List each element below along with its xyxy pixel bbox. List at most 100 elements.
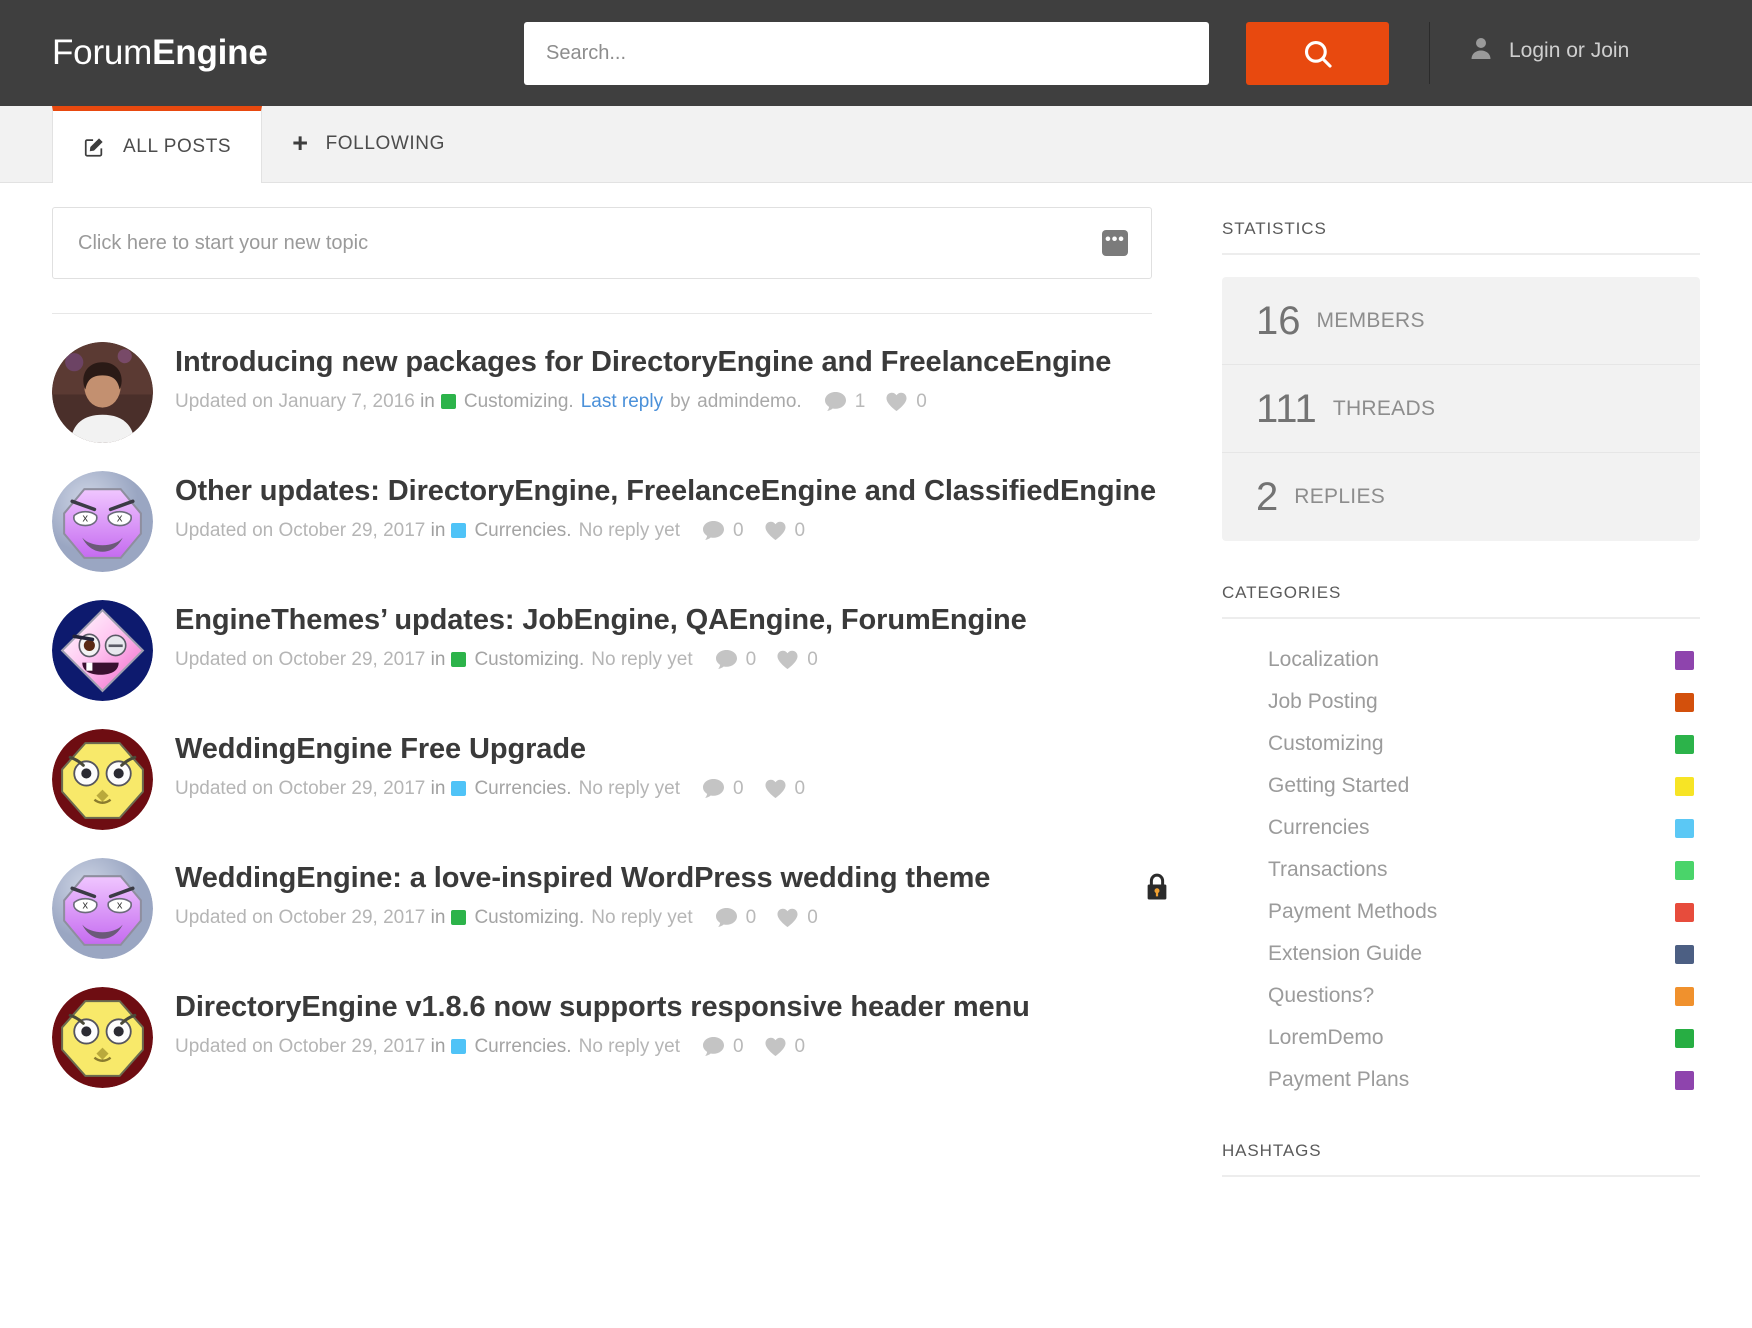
statistics-title: STATISTICS xyxy=(1222,219,1700,255)
category-item[interactable]: Job Posting xyxy=(1222,681,1700,723)
category-item[interactable]: Questions? xyxy=(1222,975,1700,1017)
comment-count: 0 xyxy=(732,1035,744,1057)
category-item[interactable]: Customizing xyxy=(1222,723,1700,765)
tab-following[interactable]: + FOLLOWING xyxy=(262,106,475,182)
post-title-link[interactable]: EngineThemes’ updates: JobEngine, QAEngi… xyxy=(175,604,1192,638)
post-title-link[interactable]: WeddingEngine Free Upgrade xyxy=(175,733,1192,767)
category-item[interactable]: Transactions xyxy=(1222,849,1700,891)
post-in-word: in xyxy=(425,906,446,928)
like-count: 0 xyxy=(807,648,818,670)
post-title-link[interactable]: Introducing new packages for DirectoryEn… xyxy=(175,346,1192,380)
statistic-number: 2 xyxy=(1256,475,1279,519)
post-row[interactable]: x x Other updates: DirectoryEngine, Freela… xyxy=(52,443,1192,572)
comment-count: 0 xyxy=(745,906,757,928)
main-tabbar: ALL POSTS + FOLLOWING xyxy=(0,106,1752,183)
post-author[interactable]: admindemo. xyxy=(697,391,802,413)
post-row[interactable]: x x WeddingEngine: a love-inspired WordPre… xyxy=(52,830,1192,959)
category-item[interactable]: Payment Plans xyxy=(1222,1059,1700,1101)
post-counts: 00 xyxy=(715,649,838,671)
post-updated-prefix: Updated on October 29, 2017 xyxy=(175,648,426,670)
post-category-link[interactable]: Customizing. xyxy=(464,391,574,413)
login-or-join-button[interactable]: Login or Join xyxy=(1470,36,1629,65)
category-label: Payment Methods xyxy=(1268,900,1438,923)
post-no-reply: No reply yet xyxy=(591,906,693,928)
heart-icon xyxy=(885,391,908,412)
post-row[interactable]: Introducing new packages for DirectoryEn… xyxy=(52,314,1192,443)
category-label: Questions? xyxy=(1268,984,1375,1007)
like-count: 0 xyxy=(807,906,818,928)
post-counts: 00 xyxy=(702,1036,825,1058)
site-header: ForumEngine Login or Join xyxy=(0,0,1752,106)
post-title-link[interactable]: DirectoryEngine v1.8.6 now supports resp… xyxy=(175,991,1192,1025)
new-topic-box[interactable]: Click here to start your new topic ••• xyxy=(52,207,1152,279)
comment-icon xyxy=(715,907,738,928)
avatar[interactable] xyxy=(52,342,153,443)
category-item[interactable]: Extension Guide xyxy=(1222,933,1700,975)
category-color-swatch xyxy=(1675,860,1694,880)
post-category-link[interactable]: Customizing. xyxy=(474,907,584,929)
tab-all-posts-label: ALL POSTS xyxy=(123,136,232,157)
post-category-swatch xyxy=(451,910,467,926)
post-row[interactable]: WeddingEngine Free Upgrade Updated on Oct… xyxy=(52,701,1192,830)
avatar[interactable]: xx xyxy=(52,858,153,959)
category-item[interactable]: Getting Started xyxy=(1222,765,1700,807)
post-counts: 00 xyxy=(702,778,825,800)
post-title-link[interactable]: Other updates: DirectoryEngine, Freelanc… xyxy=(175,475,1192,509)
ellipsis-icon[interactable]: ••• xyxy=(1102,230,1128,256)
category-item[interactable]: Localization xyxy=(1222,639,1700,681)
statistic-row: 16 MEMBERS xyxy=(1222,277,1700,365)
category-label: Getting Started xyxy=(1268,774,1410,797)
category-item[interactable]: Currencies xyxy=(1222,807,1700,849)
post-category-link[interactable]: Currencies. xyxy=(474,520,571,542)
post-counts: 10 xyxy=(824,391,947,413)
statistics-box: 16 MEMBERS 111 THREADS 2 REPLIES xyxy=(1222,277,1700,541)
statistic-label: REPLIES xyxy=(1294,485,1386,508)
category-color-swatch xyxy=(1675,1028,1694,1048)
like-count: 0 xyxy=(794,1035,806,1057)
post-category-link[interactable]: Customizing. xyxy=(474,649,584,671)
post-row[interactable]: DirectoryEngine v1.8.6 now supports resp… xyxy=(52,959,1192,1088)
post-in-word: in xyxy=(425,519,446,541)
post-title-link[interactable]: WeddingEngine: a love-inspired WordPress… xyxy=(175,862,1192,896)
avatar[interactable]: xx xyxy=(52,471,153,572)
search-area xyxy=(524,22,1389,85)
post-no-reply: No reply yet xyxy=(578,519,680,541)
category-label: Localization xyxy=(1268,648,1379,671)
statistic-label: THREADS xyxy=(1332,396,1436,420)
site-logo[interactable]: ForumEngine xyxy=(52,33,268,73)
comment-icon xyxy=(702,778,725,799)
hashtags-title: HASHTAGS xyxy=(1222,1141,1700,1177)
post-body: WeddingEngine Free Upgrade Updated on Oct… xyxy=(175,729,1192,830)
category-item[interactable]: LoremDemo xyxy=(1222,1017,1700,1059)
post-last-reply-link[interactable]: Last reply xyxy=(581,391,663,413)
category-label: Job Posting xyxy=(1268,690,1378,713)
post-category-link[interactable]: Currencies. xyxy=(474,778,571,800)
avatar[interactable] xyxy=(52,600,153,701)
category-color-swatch xyxy=(1675,692,1694,712)
comment-icon xyxy=(702,520,725,541)
avatar[interactable] xyxy=(52,729,153,830)
heart-icon xyxy=(776,907,799,928)
post-body: EngineThemes’ updates: JobEngine, QAEngi… xyxy=(175,600,1192,701)
post-no-reply: No reply yet xyxy=(578,1035,680,1057)
statistic-row: 2 REPLIES xyxy=(1222,453,1700,541)
statistic-label: MEMBERS xyxy=(1316,308,1425,332)
post-category-swatch xyxy=(451,652,467,668)
post-in-word: in xyxy=(425,1035,446,1057)
like-count: 0 xyxy=(916,390,927,412)
heart-icon xyxy=(776,649,799,670)
category-item[interactable]: Payment Methods xyxy=(1222,891,1700,933)
post-body: Introducing new packages for DirectoryEn… xyxy=(175,342,1192,443)
search-input[interactable] xyxy=(524,22,1209,85)
avatar[interactable] xyxy=(52,987,153,1088)
category-label: Extension Guide xyxy=(1268,942,1423,965)
post-meta: Updated on October 29, 2017 in Currencies… xyxy=(175,1036,1192,1058)
category-color-swatch xyxy=(1675,818,1694,838)
tab-all-posts[interactable]: ALL POSTS xyxy=(52,106,263,183)
post-list: Introducing new packages for DirectoryEn… xyxy=(52,314,1190,1088)
post-row[interactable]: EngineThemes’ updates: JobEngine, QAEngi… xyxy=(52,572,1192,701)
search-button[interactable] xyxy=(1246,22,1389,85)
comment-count: 0 xyxy=(745,648,757,670)
tab-following-label: FOLLOWING xyxy=(325,133,445,154)
post-category-link[interactable]: Currencies. xyxy=(474,1036,571,1058)
